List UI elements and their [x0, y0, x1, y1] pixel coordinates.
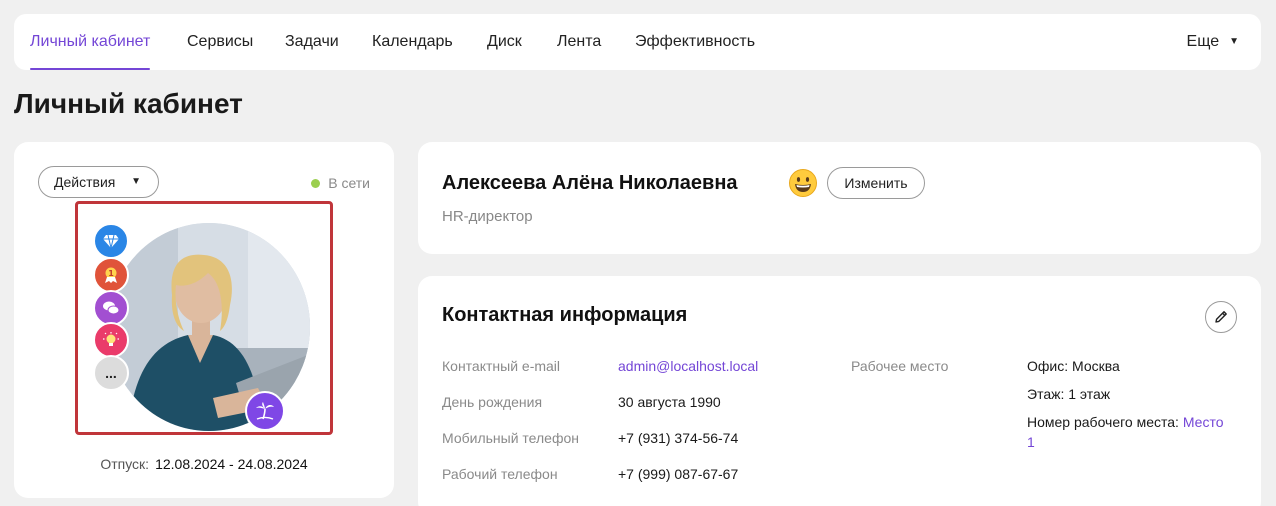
caret-down-icon: ▼ — [1229, 36, 1239, 47]
nav-tab-efficiency[interactable]: Эффективность — [635, 14, 755, 70]
online-status: В сети — [311, 175, 370, 191]
contact-info-card: Контактная информация Контактный e-mail … — [418, 276, 1261, 506]
lightbulb-badge[interactable] — [93, 322, 129, 358]
nav-tab-personal-account[interactable]: Личный кабинет — [30, 14, 151, 70]
diamond-icon — [103, 234, 119, 249]
chat-icon — [103, 301, 120, 315]
profile-card: Действия ▼ В сети 1 ... Отпуск: 12.08.20… — [14, 142, 394, 498]
nav-tab-calendar[interactable]: Календарь — [372, 14, 453, 70]
grinning-face-icon[interactable] — [788, 168, 818, 198]
edit-contact-button[interactable] — [1205, 301, 1237, 333]
online-dot-icon — [311, 179, 321, 188]
diamond-badge[interactable] — [93, 223, 129, 259]
desk-link-continued[interactable]: 1 — [1027, 434, 1035, 450]
contact-info-title: Контактная информация — [442, 304, 688, 326]
palm-tree-icon — [256, 402, 274, 420]
nav-tab-feed[interactable]: Лента — [557, 14, 601, 70]
nav-more-dropdown[interactable]: Еще ▼ — [1187, 14, 1239, 70]
desk-link[interactable]: Место — [1183, 414, 1224, 430]
email-link[interactable]: admin@localhost.local — [618, 358, 758, 374]
lightbulb-icon — [103, 332, 119, 346]
actions-button-label: Действия — [54, 174, 116, 190]
profile-header-card: Алексеева Алёна Николаевна Изменить HR-д… — [418, 142, 1261, 254]
floor-value: Этаж: 1 этаж — [1027, 386, 1111, 402]
nav-tab-services[interactable]: Сервисы — [187, 14, 253, 70]
avatar-frame: 1 ... — [75, 201, 333, 435]
chat-badge[interactable] — [93, 290, 129, 326]
vacation-badge[interactable] — [245, 391, 285, 431]
pencil-icon — [1215, 311, 1227, 323]
email-label: Контактный e-mail — [442, 358, 561, 374]
work-phone-label: Рабочий телефон — [442, 466, 558, 482]
more-icon: ... — [105, 365, 117, 381]
birthday-value: 30 августа 1990 — [618, 394, 721, 410]
job-position: HR-директор — [442, 208, 533, 225]
office-value: Офис: Москва — [1027, 358, 1120, 374]
svg-text:1: 1 — [108, 269, 114, 278]
medal-icon: 1 — [105, 267, 117, 283]
nav-tab-tasks[interactable]: Задачи — [285, 14, 339, 70]
online-status-label: В сети — [328, 175, 370, 191]
birthday-label: День рождения — [442, 394, 543, 410]
more-badges-button[interactable]: ... — [93, 355, 129, 391]
page-title: Личный кабинет — [14, 88, 243, 119]
mobile-phone-label: Мобильный телефон — [442, 430, 579, 446]
workplace-label: Рабочее место — [851, 358, 949, 374]
actions-button[interactable]: Действия ▼ — [38, 166, 159, 198]
nav-more-label: Еще — [1186, 33, 1220, 50]
top-navigation: Личный кабинет Сервисы Задачи Календарь … — [14, 14, 1261, 70]
edit-profile-button[interactable]: Изменить — [827, 167, 925, 199]
work-phone-value: +7 (999) 087-67-67 — [618, 466, 739, 482]
vacation-info: Отпуск: 12.08.2024 - 24.08.2024 — [14, 456, 394, 472]
medal-badge[interactable]: 1 — [93, 257, 129, 293]
nav-tab-disk[interactable]: Диск — [487, 14, 522, 70]
desk-number: Номер рабочего места: Место — [1027, 414, 1224, 430]
vacation-dates: 12.08.2024 - 24.08.2024 — [155, 456, 308, 472]
caret-down-icon: ▼ — [131, 176, 141, 187]
desk-number-label: Номер рабочего места: — [1027, 414, 1179, 430]
mobile-phone-value: +7 (931) 374-56-74 — [618, 430, 739, 446]
person-name: Алексеева Алёна Николаевна — [442, 172, 738, 194]
vacation-label: Отпуск: — [100, 456, 150, 472]
